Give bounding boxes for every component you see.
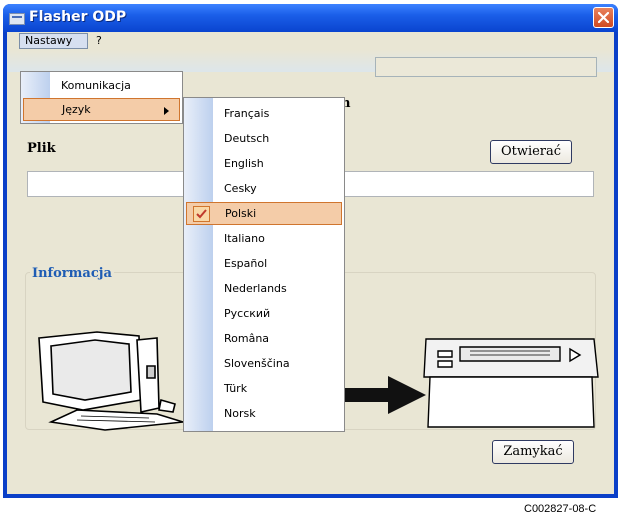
close-window-button[interactable] [593,7,614,28]
app-icon [9,13,25,25]
menu-item-label: Język [62,103,91,116]
language-item-turk[interactable]: Türk [186,377,342,400]
language-item-polski[interactable]: Polski [186,202,342,225]
language-label: Nederlands [224,282,287,295]
menu-item-label: Komunikacja [61,79,131,92]
language-label: Русский [224,307,271,320]
language-label: English [224,157,264,170]
close-icon [598,12,609,23]
window-title: Flasher ODP [29,9,127,25]
settings-dropdown: Komunikacja Język [20,71,183,124]
language-item-nederlands[interactable]: Nederlands [186,277,342,300]
menu-nastawy[interactable]: Nastawy [19,33,88,49]
language-label: Polski [225,207,257,220]
language-submenu: Français Deutsch English Cesky Polski It… [183,97,345,432]
open-file-button[interactable]: Otwierać [490,140,572,164]
boiler-panel-illustration [423,338,599,428]
language-item-russian[interactable]: Русский [186,302,342,325]
menu-item-jezyk[interactable]: Język [23,98,180,121]
language-item-romana[interactable]: Româna [186,327,342,350]
language-item-espanol[interactable]: Español [186,252,342,275]
language-label: Româna [224,332,270,345]
checkmark-icon [193,206,210,222]
menu-bar: Nastawy ? [7,32,614,50]
menu-item-komunikacja[interactable]: Komunikacja [23,74,180,97]
close-button[interactable]: Zamykać [492,440,574,464]
language-label: Cesky [224,182,257,195]
figure-caption: C002827-08-C [524,503,597,515]
language-item-norsk[interactable]: Norsk [186,402,342,425]
computer-illustration [38,331,184,431]
language-item-english[interactable]: English [186,152,342,175]
title-bar[interactable]: Flasher ODP [3,4,618,32]
language-label: Türk [224,382,248,395]
language-label: Norsk [224,407,256,420]
language-item-cesky[interactable]: Cesky [186,177,342,200]
info-group-title: Informacja [30,266,114,281]
submenu-arrow-icon [164,107,169,115]
language-item-francais[interactable]: Français [186,102,342,125]
language-label: Deutsch [224,132,270,145]
language-label: Slovenščina [224,357,290,370]
language-item-italiano[interactable]: Italiano [186,227,342,250]
language-label: Español [224,257,268,270]
language-item-deutsch[interactable]: Deutsch [186,127,342,150]
menu-help[interactable]: ? [91,33,107,49]
language-label: Français [224,107,270,120]
file-label: Plik [27,141,56,156]
status-field [375,57,597,77]
language-item-slovenscina[interactable]: Slovenščina [186,352,342,375]
language-label: Italiano [224,232,265,245]
